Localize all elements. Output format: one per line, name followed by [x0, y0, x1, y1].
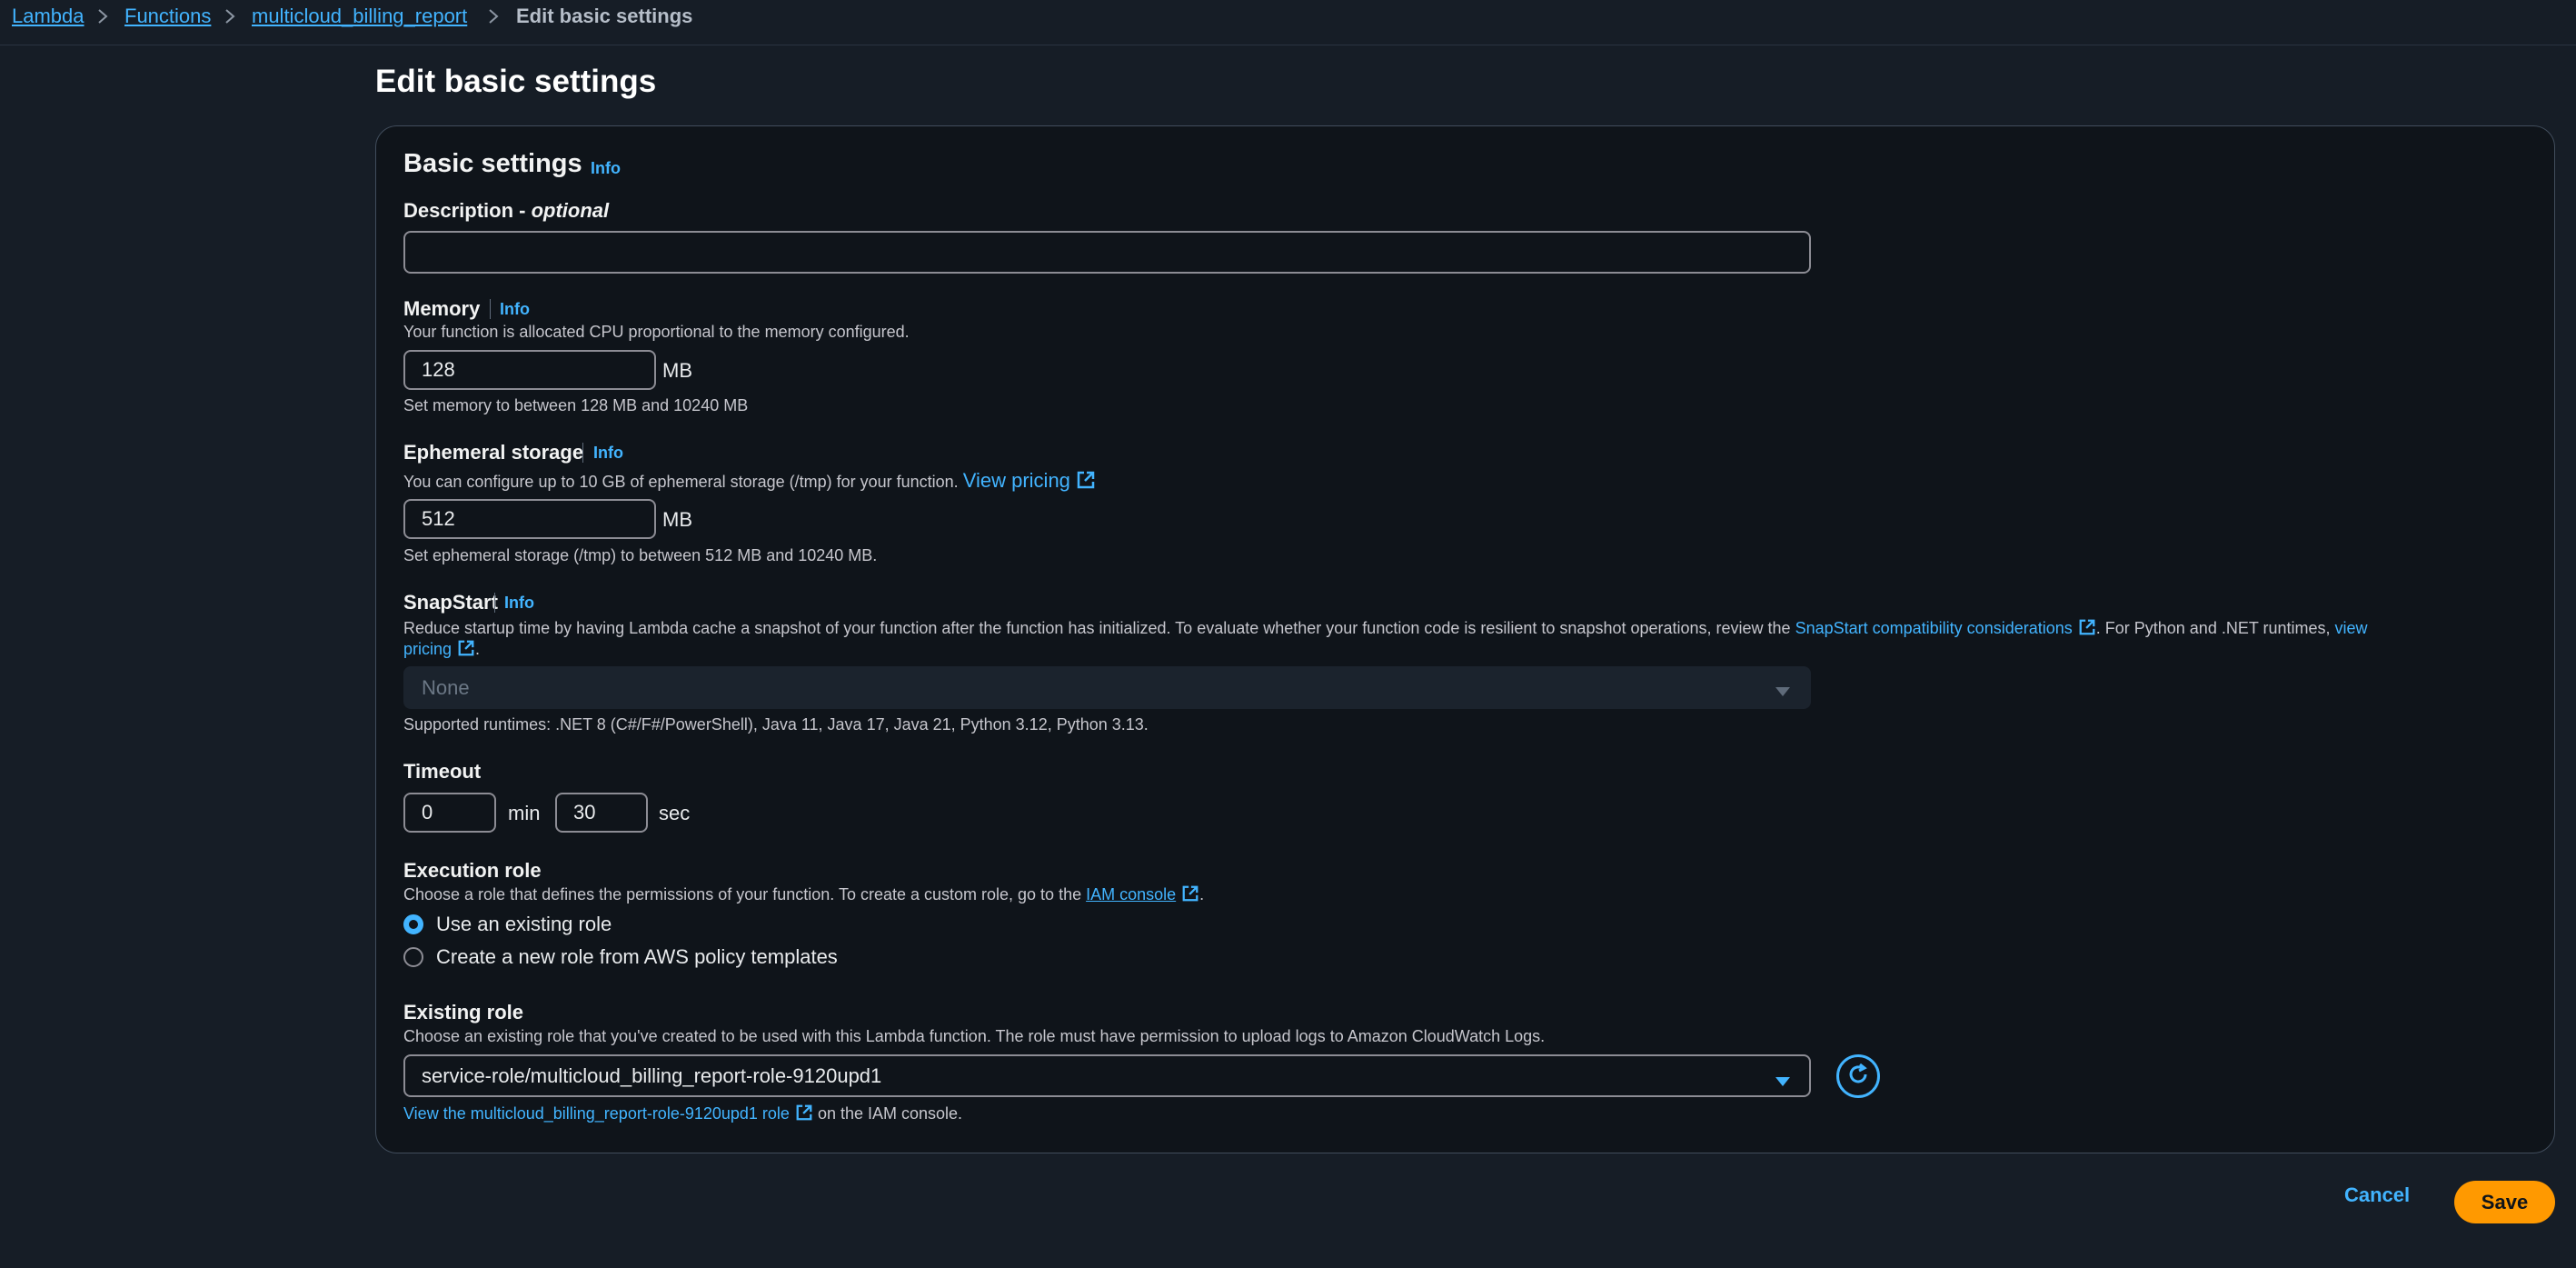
page-title: Edit basic settings	[375, 64, 657, 99]
execution-role-label: Execution role	[403, 859, 542, 882]
external-link-icon	[1181, 884, 1199, 907]
execution-role-help-text: Choose a role that defines the permissio…	[403, 885, 1082, 904]
breadcrumb-lambda[interactable]: Lambda	[12, 5, 85, 28]
divider	[582, 443, 583, 463]
chevron-right-icon	[220, 5, 240, 27]
existing-role-select[interactable]: service-role/multicloud_billing_report-r…	[403, 1054, 1811, 1097]
caret-down-icon[interactable]	[1775, 1070, 1791, 1093]
radio-create-new-role[interactable]: Create a new role from AWS policy templa…	[403, 945, 838, 969]
snapstart-selected-value: None	[422, 675, 470, 699]
cancel-button[interactable]: Cancel	[2344, 1183, 2410, 1207]
memory-label: Memory	[403, 297, 481, 320]
existing-role-help-text: Choose an existing role that you've crea…	[403, 1027, 1546, 1045]
view-role-suffix: on the IAM console.	[817, 1104, 963, 1123]
memory-constraint-text: Set memory to between 128 MB and 10240 M…	[403, 396, 749, 414]
external-link-icon	[2078, 618, 2096, 641]
execution-role-help-end: .	[1199, 885, 1205, 904]
snapstart-compatibility-link[interactable]: SnapStart compatibility considerations	[1795, 619, 2096, 637]
snapstart-help-line2: pricing.	[403, 639, 480, 662]
ephemeral-storage-constraint-text: Set ephemeral storage (/tmp) to between …	[403, 546, 878, 564]
snapstart-help-text-2: . For Python and .NET runtimes,	[2095, 619, 2331, 637]
snapstart-compatibility-link-text: SnapStart compatibility considerations	[1795, 619, 2073, 637]
radio-use-existing-role[interactable]: Use an existing role	[403, 913, 612, 936]
existing-role-view: View the multicloud_billing_report-role-…	[403, 1103, 962, 1126]
divider	[494, 593, 495, 613]
radio-button-checked[interactable]	[403, 914, 423, 934]
description-label: Description - optional	[403, 199, 609, 223]
execution-role-help: Choose a role that defines the permissio…	[403, 884, 1204, 907]
breadcrumb-current: Edit basic settings	[516, 5, 693, 27]
refresh-icon	[1845, 1062, 1871, 1092]
external-link-icon	[457, 639, 475, 662]
snapstart-help-end: .	[475, 640, 481, 658]
ephemeral-storage-help-text: You can configure up to 10 GB of ephemer…	[403, 473, 959, 491]
memory-input[interactable]: 128	[403, 350, 656, 390]
save-button[interactable]: Save	[2454, 1181, 2555, 1223]
description-input[interactable]	[403, 231, 1811, 274]
chevron-right-icon	[483, 5, 503, 27]
iam-console-link-text: IAM console	[1086, 885, 1177, 904]
memory-unit: MB	[662, 359, 692, 382]
timeout-minutes-input[interactable]: 0	[403, 793, 496, 833]
view-pricing-link-text: View pricing	[962, 469, 1070, 492]
memory-info-link[interactable]: Info	[500, 300, 530, 319]
breadcrumb-function-name[interactable]: multicloud_billing_report	[252, 5, 467, 28]
snapstart-label: SnapStart	[403, 591, 498, 614]
ephemeral-storage-label: Ephemeral storage	[403, 441, 584, 464]
radio-create-new-role-label: Create a new role from AWS policy templa…	[436, 945, 838, 968]
breadcrumb: Lambda Functions multicloud_billing_repo…	[0, 0, 2576, 45]
existing-role-selected-value: service-role/multicloud_billing_report-r…	[422, 1063, 882, 1087]
ephemeral-storage-info-link[interactable]: Info	[593, 444, 623, 463]
existing-role-label: Existing role	[403, 1001, 524, 1023]
memory-help-text: Your function is allocated CPU proportio…	[403, 323, 910, 341]
basic-settings-info-link[interactable]: Info	[591, 159, 621, 178]
snapstart-info-link[interactable]: Info	[504, 594, 534, 613]
caret-down-icon	[1775, 680, 1791, 704]
refresh-roles-button[interactable]	[1836, 1054, 1880, 1098]
snapstart-help-text: Reduce startup time by having Lambda cac…	[403, 619, 1791, 637]
external-link-icon	[1076, 470, 1096, 495]
external-link-icon	[795, 1103, 813, 1126]
breadcrumb-functions[interactable]: Functions	[124, 5, 211, 28]
snapstart-supported-text: Supported runtimes: .NET 8 (C#/F#/PowerS…	[403, 715, 1149, 734]
timeout-label: Timeout	[403, 760, 482, 783]
iam-console-link[interactable]: IAM console	[1086, 885, 1199, 904]
view-role-link-text: View the multicloud_billing_report-role-…	[403, 1104, 790, 1123]
radio-button-unchecked[interactable]	[403, 947, 423, 967]
view-pricing-link[interactable]: View pricing	[963, 469, 1096, 492]
timeout-seconds-input[interactable]: 30	[555, 793, 648, 833]
chevron-right-icon	[93, 5, 113, 27]
view-role-link[interactable]: View the multicloud_billing_report-role-…	[403, 1104, 813, 1123]
section-title: Basic settings	[403, 149, 582, 178]
timeout-minutes-unit: min	[508, 802, 541, 824]
ephemeral-storage-unit: MB	[662, 508, 692, 531]
snapstart-pricing-link[interactable]: pricing	[403, 640, 475, 658]
radio-use-existing-role-label: Use an existing role	[436, 913, 612, 935]
basic-settings-panel: Basic settings Info Description - option…	[375, 125, 2555, 1153]
divider	[490, 299, 491, 319]
snapstart-pricing-link-text: pricing	[403, 640, 453, 658]
ephemeral-storage-input[interactable]: 512	[403, 499, 656, 539]
snapstart-help: Reduce startup time by having Lambda cac…	[403, 618, 2368, 641]
snapstart-select: None	[403, 666, 1811, 709]
snapstart-view-pricing-link[interactable]: view	[2335, 619, 2368, 637]
timeout-seconds-unit: sec	[659, 802, 691, 824]
description-optional-text: optional	[531, 199, 610, 222]
description-label-text: Description -	[403, 199, 532, 222]
ephemeral-storage-help: You can configure up to 10 GB of ephemer…	[403, 469, 1096, 495]
